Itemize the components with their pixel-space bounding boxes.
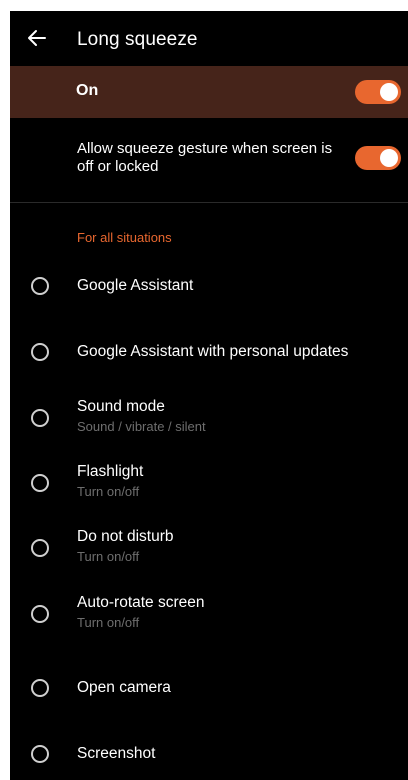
radio-button[interactable] xyxy=(31,605,49,623)
option-subtitle: Turn on/off xyxy=(77,549,140,564)
option-google-assistant-personal[interactable]: Google Assistant with personal updates xyxy=(10,323,408,381)
option-subtitle: Sound / vibrate / silent xyxy=(77,419,206,434)
option-google-assistant[interactable]: Google Assistant xyxy=(10,257,408,315)
option-subtitle: Turn on/off xyxy=(77,615,140,630)
locked-toggle[interactable] xyxy=(355,146,401,170)
master-toggle[interactable] xyxy=(355,80,401,104)
option-screenshot[interactable]: Screenshot xyxy=(10,725,408,780)
option-title: Google Assistant xyxy=(77,277,194,294)
option-title: Auto-rotate screen xyxy=(77,594,205,611)
radio-button[interactable] xyxy=(31,474,49,492)
toggle-knob xyxy=(380,83,398,101)
option-auto-rotate[interactable]: Auto-rotate screen Turn on/off xyxy=(10,589,408,647)
option-sound-mode[interactable]: Sound mode Sound / vibrate / silent xyxy=(10,393,408,451)
option-title: Screenshot xyxy=(77,745,156,762)
option-do-not-disturb[interactable]: Do not disturb Turn on/off xyxy=(10,523,408,581)
locked-setting-row[interactable]: Allow squeeze gesture when screen is off… xyxy=(10,132,408,192)
option-title: Flashlight xyxy=(77,463,144,480)
page-title: Long squeeze xyxy=(77,29,198,50)
divider xyxy=(10,202,408,203)
option-subtitle: Turn on/off xyxy=(77,484,140,499)
back-button[interactable] xyxy=(24,25,50,51)
option-title: Do not disturb xyxy=(77,528,174,545)
toggle-knob xyxy=(380,149,398,167)
master-switch-row[interactable]: On xyxy=(10,66,408,118)
option-title: Open camera xyxy=(77,679,171,696)
option-title: Sound mode xyxy=(77,398,165,415)
option-flashlight[interactable]: Flashlight Turn on/off xyxy=(10,458,408,516)
arrow-back-icon xyxy=(28,30,46,46)
radio-button[interactable] xyxy=(31,539,49,557)
settings-screen: Long squeeze On Allow squeeze gesture wh… xyxy=(10,11,408,780)
radio-button[interactable] xyxy=(31,679,49,697)
radio-button[interactable] xyxy=(31,343,49,361)
option-open-camera[interactable]: Open camera xyxy=(10,659,408,717)
locked-setting-label: Allow squeeze gesture when screen is off… xyxy=(77,140,333,175)
radio-button[interactable] xyxy=(31,745,49,763)
radio-button[interactable] xyxy=(31,277,49,295)
app-bar: Long squeeze xyxy=(10,11,408,65)
radio-button[interactable] xyxy=(31,409,49,427)
option-title: Google Assistant with personal updates xyxy=(77,343,349,360)
master-switch-label: On xyxy=(76,82,99,99)
section-header: For all situations xyxy=(77,230,172,245)
